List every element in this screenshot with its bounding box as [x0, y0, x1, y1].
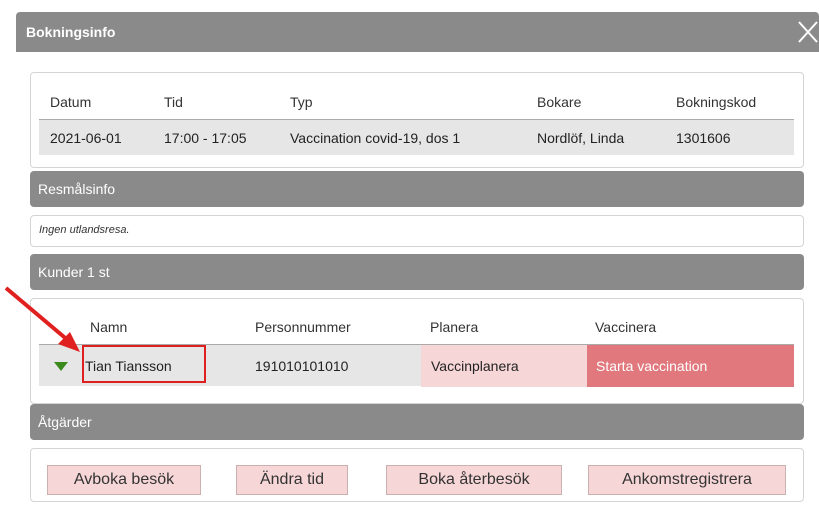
close-icon[interactable]	[795, 16, 819, 46]
start-vaccination-button[interactable]: Starta vaccination	[587, 345, 794, 387]
travel-note: Ingen utlandsresa.	[39, 224, 130, 236]
customer-personnummer: 191010101010	[255, 358, 349, 374]
andra-tid-button[interactable]: Ändra tid	[236, 465, 348, 495]
booking-kod: 1301606	[676, 130, 731, 146]
vaccinplanera-button[interactable]: Vaccinplanera	[421, 345, 587, 387]
dialog-title: Bokningsinfo	[26, 24, 116, 40]
booking-table: Datum Tid Typ Bokare Bokningskod 2021-06…	[30, 72, 804, 168]
dialog-titlebar: Bokningsinfo	[16, 12, 819, 52]
actions-box: Avboka besök Ändra tid Boka återbesök An…	[30, 448, 804, 502]
col-header-typ: Typ	[290, 94, 313, 110]
col-header-planera: Planera	[430, 319, 479, 335]
ankomstregistrera-button[interactable]: Ankomstregistrera	[588, 465, 786, 495]
booking-row: 2021-06-01 17:00 - 17:05 Vaccination cov…	[39, 119, 794, 155]
col-header-vaccinera: Vaccinera	[595, 319, 657, 335]
boka-aterbesok-button[interactable]: Boka återbesök	[386, 465, 562, 495]
start-vaccination-label: Starta vaccination	[596, 358, 708, 374]
expand-triangle-icon[interactable]	[54, 362, 68, 371]
annotation-arrow-icon	[4, 286, 80, 352]
col-header-tid: Tid	[164, 94, 183, 110]
vaccinplanera-label: Vaccinplanera	[431, 358, 519, 374]
travel-section-header: Resmålsinfo	[30, 171, 804, 207]
customers-section-header: Kunder 1 st	[30, 254, 804, 290]
col-header-bokningskod: Bokningskod	[676, 94, 757, 110]
col-header-personnummer: Personnummer	[255, 319, 351, 335]
avboka-button[interactable]: Avboka besök	[47, 465, 201, 495]
booking-info-dialog: Bokningsinfo Datum Tid Typ Bokare Boknin…	[16, 12, 819, 517]
name-highlight-box	[82, 345, 206, 383]
booking-tid: 17:00 - 17:05	[164, 130, 247, 146]
col-header-datum: Datum	[50, 94, 92, 110]
col-header-namn: Namn	[90, 319, 128, 335]
travel-note-box: Ingen utlandsresa.	[30, 215, 804, 247]
actions-section-header: Åtgärder	[30, 404, 804, 440]
col-header-bokare: Bokare	[537, 94, 582, 110]
booking-datum: 2021-06-01	[50, 130, 122, 146]
booking-bokare: Nordlöf, Linda	[537, 130, 625, 146]
booking-typ: Vaccination covid-19, dos 1	[290, 130, 461, 146]
